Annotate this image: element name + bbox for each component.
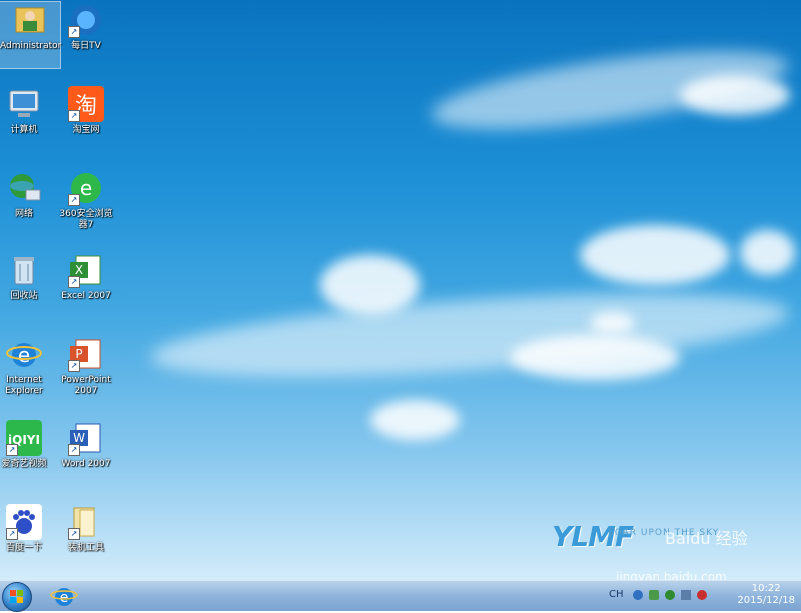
icon-label: 每日TV xyxy=(71,41,101,51)
icon-label: 计算机 xyxy=(10,125,38,135)
tv-app-icon: ↗ xyxy=(68,2,104,38)
icon-label: Excel 2007 xyxy=(61,291,111,301)
ie-icon: e xyxy=(50,588,78,606)
icon-label: PowerPoint 2007 xyxy=(61,375,111,396)
ylmf-logo: YLMF SOAR UPON THE SKY xyxy=(552,520,718,553)
desktop[interactable]: Administrator ↗ 每日TV 计算机 淘 ↗ 淘宝网 网络 e ↗ … xyxy=(0,0,801,580)
start-button[interactable] xyxy=(2,582,32,612)
user-folder-icon xyxy=(12,2,48,38)
word-icon: W ↗ xyxy=(68,420,104,456)
icon-label: 爱奇艺视频 xyxy=(1,459,47,469)
shortcut-arrow-icon: ↗ xyxy=(68,276,80,288)
recycle-bin-icon xyxy=(6,252,42,288)
desktop-icon-meiri-tv[interactable]: ↗ 每日TV xyxy=(56,2,116,52)
icon-label: 淘宝网 xyxy=(72,125,100,135)
baidu-watermark-url: jingyan.baidu.com xyxy=(616,570,727,580)
volume-muted-icon[interactable] xyxy=(697,590,707,600)
svg-text:P: P xyxy=(75,347,82,361)
icon-label: 回收站 xyxy=(10,291,38,301)
ie-icon: e xyxy=(6,336,42,372)
shortcut-arrow-icon: ↗ xyxy=(68,360,80,372)
folder-icon: ↗ xyxy=(68,504,104,540)
desktop-icon-excel[interactable]: X ↗ Excel 2007 xyxy=(56,252,116,302)
icon-label: 360安全浏览器7 xyxy=(59,209,113,230)
shortcut-arrow-icon: ↗ xyxy=(68,444,80,456)
icon-label: Word 2007 xyxy=(61,459,111,469)
network-tray-icon[interactable] xyxy=(681,590,691,600)
360-browser-icon: e ↗ xyxy=(68,170,104,206)
baidu-icon: ↗ xyxy=(6,504,42,540)
security-icon[interactable] xyxy=(665,590,675,600)
desktop-icon-network[interactable]: 网络 xyxy=(0,170,54,220)
svg-text:X: X xyxy=(75,263,83,277)
icon-label: 装机工具 xyxy=(67,543,104,553)
icon-label: 网络 xyxy=(14,209,33,219)
cloud xyxy=(370,400,460,440)
svg-text:e: e xyxy=(80,176,92,200)
tray-app-icon[interactable] xyxy=(649,590,659,600)
shortcut-arrow-icon: ↗ xyxy=(6,528,18,540)
computer-icon xyxy=(6,86,42,122)
desktop-icon-baidu[interactable]: ↗ 百度一下 xyxy=(0,504,54,554)
desktop-icon-word[interactable]: W ↗ Word 2007 xyxy=(56,420,116,470)
powerpoint-icon: P ↗ xyxy=(68,336,104,372)
shortcut-arrow-icon: ↗ xyxy=(68,528,80,540)
cloud xyxy=(590,312,635,334)
svg-text:e: e xyxy=(60,590,69,606)
desktop-icon-360-browser[interactable]: e ↗ 360安全浏览器7 xyxy=(56,170,116,231)
desktop-icon-taobao[interactable]: 淘 ↗ 淘宝网 xyxy=(56,86,116,136)
desktop-icon-powerpoint[interactable]: P ↗ PowerPoint 2007 xyxy=(56,336,116,397)
ime-indicator[interactable]: CH xyxy=(609,589,624,600)
desktop-icon-administrator[interactable]: Administrator xyxy=(0,1,62,69)
taskbar: e CH 10:22 2015/12/18 xyxy=(0,580,801,612)
taobao-icon: 淘 ↗ xyxy=(68,86,104,122)
cloud xyxy=(680,75,790,115)
taskbar-ie-button[interactable]: e xyxy=(48,583,80,609)
cloud-streak xyxy=(148,277,792,393)
desktop-icon-computer[interactable]: 计算机 xyxy=(0,86,54,136)
svg-text:W: W xyxy=(73,431,85,445)
icon-label: 百度一下 xyxy=(5,543,42,553)
icon-label: Internet Explorer xyxy=(5,375,43,396)
clock-date: 2015/12/18 xyxy=(737,595,795,606)
shortcut-arrow-icon: ↗ xyxy=(6,444,18,456)
shortcut-arrow-icon: ↗ xyxy=(68,26,80,38)
baidu-watermark-brand: Baidu 经验 xyxy=(665,529,748,548)
desktop-icon-iqiyi[interactable]: iQIYI ↗ 爱奇艺视频 xyxy=(0,420,54,470)
clock[interactable]: 10:22 2015/12/18 xyxy=(737,583,795,607)
desktop-icon-recycle-bin[interactable]: 回收站 xyxy=(0,252,54,302)
cloud xyxy=(580,225,730,285)
desktop-icon-tools-folder[interactable]: ↗ 装机工具 xyxy=(56,504,116,554)
cloud xyxy=(740,230,795,275)
network-icon xyxy=(6,170,42,206)
shortcut-arrow-icon: ↗ xyxy=(68,194,80,206)
cloud xyxy=(320,255,420,315)
iqiyi-icon: iQIYI ↗ xyxy=(6,420,42,456)
icon-label: Administrator xyxy=(0,41,62,51)
windows-logo-icon xyxy=(10,590,23,603)
shortcut-arrow-icon: ↗ xyxy=(68,110,80,122)
desktop-icon-internet-explorer[interactable]: e Internet Explorer xyxy=(0,336,54,397)
clock-time: 10:22 xyxy=(751,583,781,594)
cloud xyxy=(510,335,680,380)
help-icon[interactable] xyxy=(633,590,643,600)
excel-icon: X ↗ xyxy=(68,252,104,288)
